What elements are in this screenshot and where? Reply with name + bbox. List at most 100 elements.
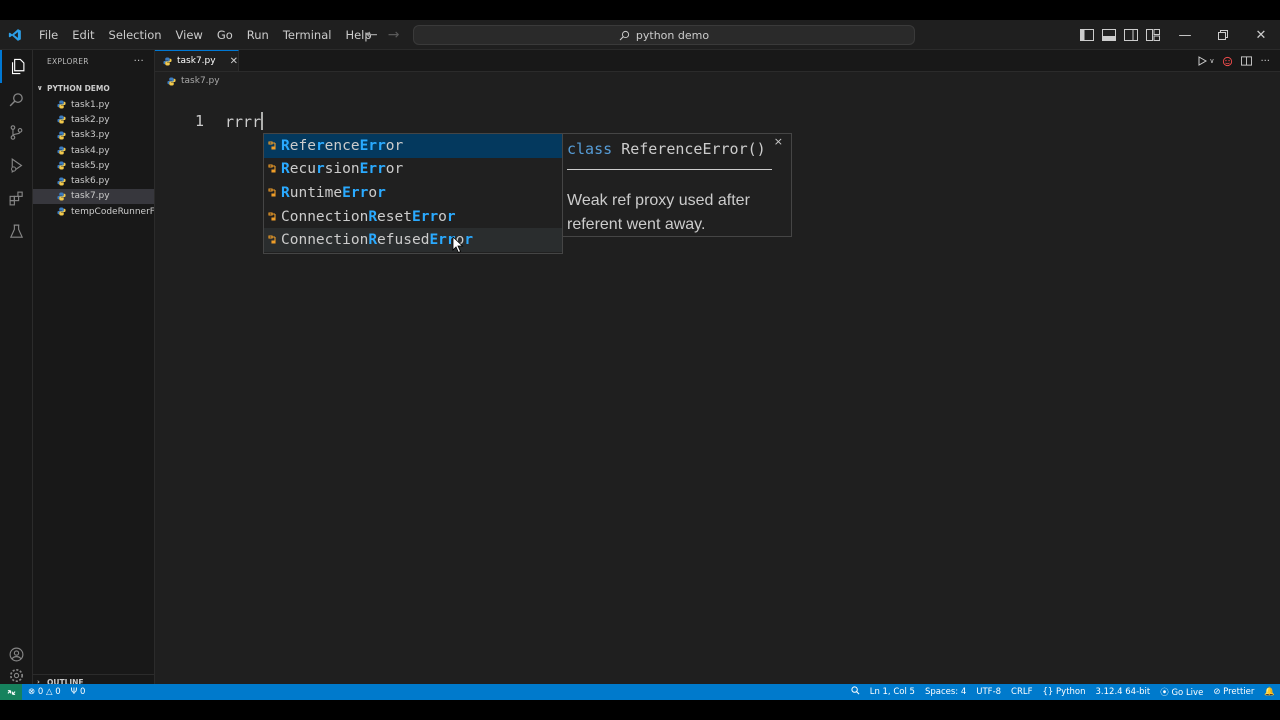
customize-layout-icon[interactable] <box>1146 29 1160 41</box>
python-file-icon <box>57 131 66 140</box>
toggle-panel-icon[interactable] <box>1102 29 1116 41</box>
python-file-icon <box>57 177 66 186</box>
search-activity-icon[interactable] <box>0 83 33 116</box>
python-file-icon <box>57 146 66 155</box>
title-bar: File Edit Selection View Go Run Terminal… <box>0 20 1280 50</box>
file-label: tempCodeRunnerF... <box>71 206 154 217</box>
restore-icon[interactable] <box>1204 20 1242 50</box>
class-symbol-icon <box>268 141 276 150</box>
prettier-status[interactable]: ⊘ Prettier <box>1208 687 1259 697</box>
toggle-secondary-sidebar-icon[interactable] <box>1124 29 1138 41</box>
menu-run[interactable]: Run <box>240 20 276 50</box>
notifications-bell-icon[interactable]: 🔔 <box>1259 687 1280 697</box>
python-file-icon <box>57 115 66 124</box>
explorer-title: EXPLORER <box>47 56 89 66</box>
suggestion-label: RuntimeError <box>281 184 386 201</box>
explorer-icon[interactable] <box>0 50 33 83</box>
python-file-icon <box>57 100 66 109</box>
code-line-1[interactable]: 1 rrrr <box>155 110 1280 132</box>
vscode-logo-icon <box>0 20 30 50</box>
file-item[interactable]: task1.py <box>33 97 154 112</box>
minimize-icon[interactable]: — <box>1166 20 1204 50</box>
file-item[interactable]: task7.py <box>33 188 154 205</box>
file-item[interactable]: tempCodeRunnerF... <box>33 204 154 219</box>
broadcast-icon: ⦿ <box>1160 688 1169 698</box>
file-item[interactable]: task5.py <box>33 158 154 173</box>
close-details-icon[interactable]: × <box>774 135 783 148</box>
back-arrow-icon[interactable]: ← <box>366 27 378 43</box>
suggestion-widget: ReferenceError RecursionError RuntimeError… <box>263 133 563 254</box>
go-live-label: Go Live <box>1171 688 1204 698</box>
python-file-icon <box>57 192 66 201</box>
more-actions-icon[interactable]: ··· <box>134 56 144 67</box>
warning-icon: △ <box>45 687 53 697</box>
indentation[interactable]: Spaces: 4 <box>920 687 971 697</box>
suggestion-label: ConnectionRefusedError <box>281 232 474 249</box>
folder-python-demo[interactable]: ∨ PYTHON DEMO <box>33 79 154 97</box>
encoding[interactable]: UTF-8 <box>971 687 1006 697</box>
prettier-label: Prettier <box>1223 687 1255 697</box>
breadcrumb[interactable]: task7.py <box>155 72 1280 90</box>
menu-view[interactable]: View <box>169 20 210 50</box>
end-of-line[interactable]: CRLF <box>1006 687 1037 697</box>
suggestion-item[interactable]: RecursionError <box>264 158 562 182</box>
suggestion-item[interactable]: RuntimeError <box>264 181 562 205</box>
file-label: task4.py <box>71 145 110 156</box>
details-doc: Weak ref proxy used after referent went … <box>567 192 750 233</box>
suggestion-item[interactable]: ConnectionResetError <box>264 205 562 229</box>
command-center-search[interactable]: python demo <box>413 25 915 45</box>
suggestion-item[interactable]: ConnectionRefusedError <box>264 228 562 252</box>
suggestion-label: ConnectionResetError <box>281 208 456 225</box>
folder-label: PYTHON DEMO <box>47 83 110 93</box>
testing-flask-icon[interactable] <box>0 215 33 248</box>
editor-more-actions-icon[interactable]: ··· <box>1260 56 1270 67</box>
ports-status[interactable]: Ψ 0 <box>71 687 86 697</box>
problems-status[interactable]: ⊗ 0 △ 0 <box>28 687 61 697</box>
file-item[interactable]: task6.py <box>33 173 154 188</box>
menu-selection[interactable]: Selection <box>102 20 169 50</box>
menu-go[interactable]: Go <box>210 20 240 50</box>
tab-label: task7.py <box>177 56 216 66</box>
details-signature: class ReferenceError() <box>567 140 766 158</box>
go-live-button[interactable]: ⦿ Go Live <box>1155 686 1208 698</box>
navigation-arrows: ← → <box>366 20 399 50</box>
menu-file[interactable]: File <box>32 20 65 50</box>
extensions-icon[interactable] <box>0 182 33 215</box>
suggestion-item[interactable]: ReferenceError <box>264 134 562 158</box>
tab-task7[interactable]: task7.py ✕ <box>155 50 239 71</box>
tab-bar: task7.py ✕ ∨ ··· <box>155 50 1280 72</box>
menu-terminal[interactable]: Terminal <box>276 20 339 50</box>
source-control-icon[interactable] <box>0 116 33 149</box>
cursor-position[interactable]: Ln 1, Col 5 <box>865 687 920 697</box>
explorer-header: EXPLORER ··· <box>33 50 154 72</box>
run-debug-icon[interactable] <box>0 149 33 182</box>
close-window-icon[interactable]: ✕ <box>1242 20 1280 50</box>
code-text[interactable]: rrrr <box>225 112 264 131</box>
run-dropdown-chevron-icon[interactable]: ∨ <box>1209 57 1214 65</box>
chevron-down-icon: ∨ <box>37 84 43 92</box>
split-editor-icon[interactable] <box>1241 56 1253 66</box>
zoom-icon[interactable] <box>846 686 865 698</box>
breadcrumb-file[interactable]: task7.py <box>181 76 220 86</box>
errors-count: 0 <box>37 687 44 697</box>
search-icon <box>619 30 630 40</box>
open-changes-icon[interactable] <box>1222 56 1233 67</box>
remote-indicator-icon[interactable] <box>0 684 22 700</box>
forward-arrow-icon[interactable]: → <box>388 27 400 43</box>
ports-count: 0 <box>80 687 86 697</box>
menu-edit[interactable]: Edit <box>65 20 101 50</box>
settings-gear-icon[interactable] <box>0 668 33 684</box>
run-python-file-icon[interactable] <box>1197 56 1208 66</box>
python-file-icon <box>57 161 66 170</box>
prettier-check-icon: ⊘ <box>1213 687 1221 697</box>
language-mode[interactable]: {} Python <box>1038 687 1091 697</box>
toggle-primary-sidebar-icon[interactable] <box>1080 29 1094 41</box>
python-file-icon <box>163 56 172 66</box>
class-symbol-icon <box>268 164 276 173</box>
file-item[interactable]: task4.py <box>33 143 154 158</box>
file-item[interactable]: task3.py <box>33 128 154 143</box>
close-tab-icon[interactable]: ✕ <box>230 56 238 67</box>
file-item[interactable]: task2.py <box>33 112 154 127</box>
python-interpreter[interactable]: 3.12.4 64-bit <box>1091 687 1156 697</box>
mouse-cursor-icon <box>452 236 464 254</box>
